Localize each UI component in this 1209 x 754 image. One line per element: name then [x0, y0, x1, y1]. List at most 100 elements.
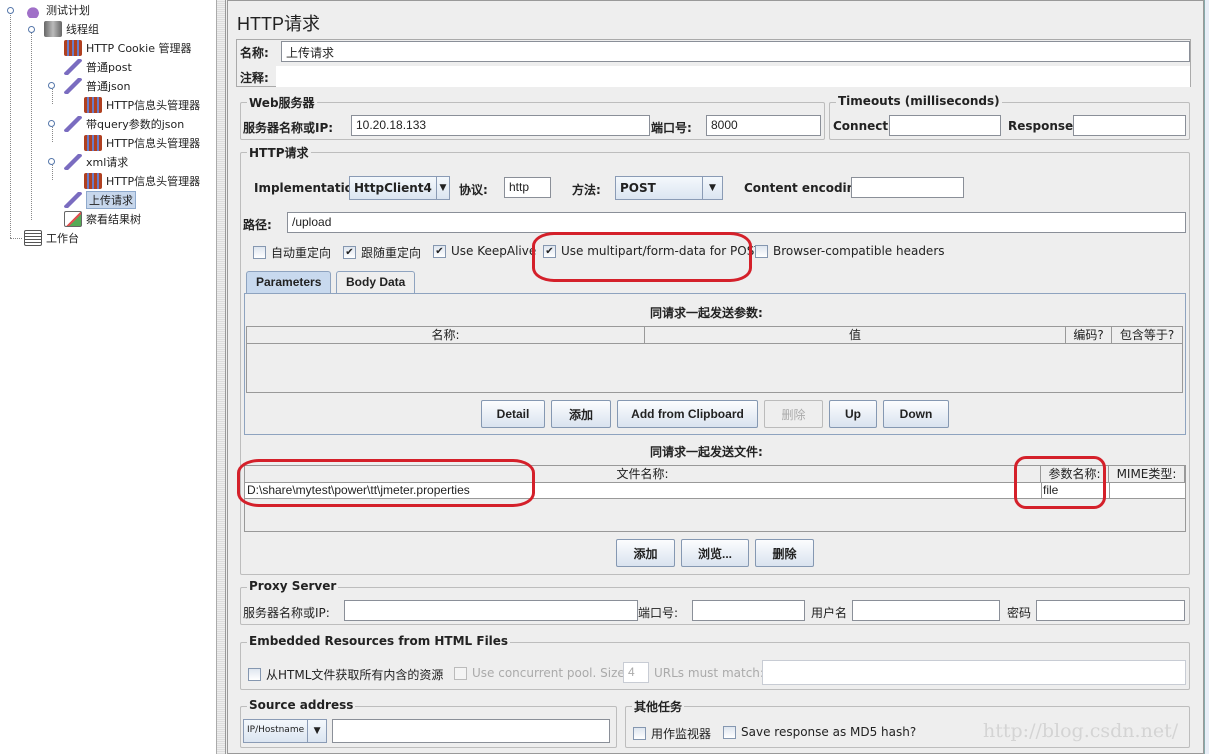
urls-match-field[interactable] [762, 660, 1186, 685]
tree-item-sampler[interactable]: 带query参数的json [64, 115, 184, 133]
name-field[interactable]: 上传请求 [281, 41, 1190, 62]
spool-icon [44, 21, 62, 37]
tab-parameters[interactable]: Parameters [246, 271, 332, 293]
browse-file-button[interactable]: 浏览... [681, 539, 749, 567]
path-field[interactable]: /upload [287, 212, 1186, 233]
other-tasks-title: 其他任务 [632, 698, 685, 715]
detail-button[interactable]: Detail [481, 400, 545, 428]
expand-toggle[interactable] [28, 26, 35, 33]
tree-item-header-manager[interactable]: HTTP信息头管理器 [84, 134, 200, 152]
watermark: http://blog.csdn.net/ [983, 720, 1179, 742]
comment-field[interactable] [276, 66, 1190, 87]
server-name-field[interactable]: 10.20.18.133 [351, 115, 650, 136]
split-pane-divider[interactable] [217, 0, 226, 754]
implementation-select[interactable]: HttpClient4 ▼ [349, 176, 450, 200]
proxy-port-field[interactable] [692, 600, 805, 621]
workbench-icon [24, 230, 42, 246]
tree-item-sampler[interactable]: 普通json [64, 77, 131, 95]
files-caption: 同请求一起发送文件: [650, 445, 763, 459]
port-label: 端口号: [651, 121, 692, 135]
tree-item-test-plan[interactable]: 测试计划 [24, 1, 90, 19]
port-field[interactable]: 8000 [706, 115, 821, 136]
add-parameter-button[interactable]: 添加 [551, 400, 611, 428]
sampler-pipette-icon [64, 192, 82, 208]
checkbox-box [454, 666, 467, 680]
checkbox-box [248, 668, 261, 681]
tree-item-header-manager[interactable]: HTTP信息头管理器 [84, 172, 200, 190]
auto-redirect-checkbox[interactable]: 自动重定向 [253, 244, 331, 261]
config-element-icon [64, 40, 82, 56]
page-title: HTTP请求 [237, 14, 320, 34]
add-from-clipboard-button[interactable]: Add from Clipboard [617, 400, 758, 428]
tree-item-header-manager[interactable]: HTTP信息头管理器 [84, 96, 200, 114]
annotation-highlight [237, 459, 535, 507]
column-header[interactable]: 值 [645, 327, 1066, 344]
method-select[interactable]: POST ▼ [615, 176, 723, 200]
connect-label: Connect: [833, 119, 893, 133]
content-encoding-label: Content encoding: [744, 181, 869, 195]
connect-timeout-field[interactable] [889, 115, 1001, 136]
tree-item-results-tree[interactable]: 察看结果树 [64, 210, 141, 228]
add-file-button[interactable]: 添加 [616, 539, 675, 567]
response-label: Response: [1008, 119, 1078, 133]
chevron-down-icon: ▼ [307, 720, 326, 742]
proxy-title: Proxy Server [247, 579, 339, 593]
expand-toggle[interactable] [48, 158, 55, 165]
expand-toggle[interactable] [48, 82, 55, 89]
tree-item-upload-request-selected[interactable]: 上传请求 [64, 191, 136, 209]
vertical-scrollbar[interactable] [1204, 0, 1209, 754]
retrieve-resources-checkbox[interactable]: 从HTML文件获取所有内含的资源 [248, 666, 443, 683]
column-header[interactable]: 包含等于? [1112, 327, 1183, 344]
tree-item-sampler[interactable]: xml请求 [64, 153, 128, 171]
tab-body-data[interactable]: Body Data [336, 271, 416, 293]
comment-label: 注释: [240, 71, 269, 85]
flask-icon [24, 2, 42, 18]
parameters-table[interactable]: 名称: 值 编码? 包含等于? [246, 326, 1183, 393]
tree-item-sampler[interactable]: 普通post [64, 58, 132, 76]
tree-line [31, 32, 32, 220]
column-header[interactable]: 名称: [247, 327, 645, 344]
use-as-monitor-checkbox[interactable]: 用作监视器 [633, 725, 711, 742]
md5-hash-checkbox[interactable]: Save response as MD5 hash? [723, 725, 916, 739]
test-plan-tree[interactable]: 测试计划 线程组 HTTP Cookie 管理器 普通post 普通json H… [0, 0, 217, 754]
proxy-user-field[interactable] [852, 600, 1000, 621]
expand-toggle[interactable] [7, 7, 14, 14]
column-header[interactable]: 编码? [1066, 327, 1112, 344]
checkbox-box [633, 727, 646, 740]
protocol-label: 协议: [459, 183, 488, 197]
down-button[interactable]: Down [883, 400, 949, 428]
annotation-highlight [532, 232, 752, 282]
proxy-server-field[interactable] [344, 600, 638, 621]
parameters-caption: 同请求一起发送参数: [650, 306, 763, 320]
up-button[interactable]: Up [829, 400, 877, 428]
checkbox-box [253, 246, 266, 259]
delete-parameter-button[interactable]: 删除 [764, 400, 823, 428]
proxy-password-label: 密码 [1007, 606, 1032, 620]
response-timeout-field[interactable] [1073, 115, 1186, 136]
embedded-title: Embedded Resources from HTML Files [247, 634, 511, 648]
expand-toggle[interactable] [48, 120, 55, 127]
source-address-title: Source address [247, 698, 356, 712]
column-header[interactable]: MIME类型: [1109, 466, 1185, 483]
sampler-pipette-icon [64, 59, 82, 75]
source-address-field[interactable] [332, 719, 610, 743]
timeouts-title: Timeouts (milliseconds) [836, 94, 1002, 108]
proxy-password-field[interactable] [1036, 600, 1185, 621]
mime-type-cell[interactable] [1109, 483, 1185, 498]
content-encoding-field[interactable] [851, 177, 964, 198]
tree-item-thread-group[interactable]: 线程组 [44, 20, 99, 38]
protocol-field[interactable]: http [504, 177, 551, 198]
source-type-select[interactable]: IP/Hostname ▼ [243, 719, 327, 743]
browser-headers-checkbox[interactable]: Browser-compatible headers [755, 244, 945, 258]
check-icon: ✔ [343, 246, 356, 259]
tree-item-workbench[interactable]: 工作台 [24, 229, 79, 247]
follow-redirects-checkbox[interactable]: ✔ 跟随重定向 [343, 244, 421, 261]
pool-size-field[interactable]: 4 [623, 662, 649, 683]
tree-item-cookie-manager[interactable]: HTTP Cookie 管理器 [64, 39, 191, 57]
keepalive-checkbox[interactable]: ✔ Use KeepAlive [433, 244, 536, 258]
concurrent-pool-checkbox[interactable]: Use concurrent pool. Size: [454, 666, 629, 680]
config-element-icon [84, 135, 102, 151]
delete-file-button[interactable]: 删除 [755, 539, 814, 567]
checkbox-box [755, 244, 768, 258]
sampler-pipette-icon [64, 78, 82, 94]
